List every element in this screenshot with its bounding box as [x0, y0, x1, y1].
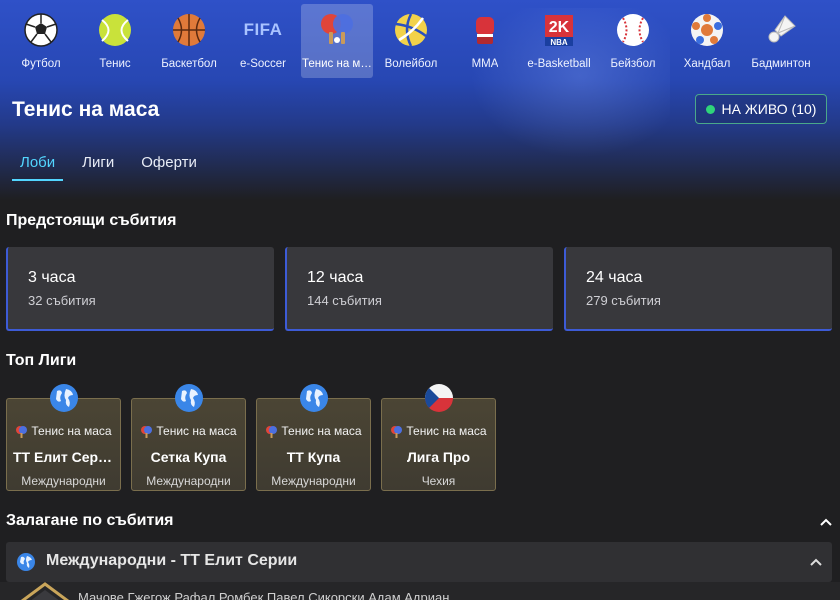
fifa-icon: FIFA: [243, 20, 283, 39]
table-tennis-icon: [266, 425, 278, 438]
sport-label: Бадминтон: [751, 58, 811, 70]
soccer-ball-icon: [21, 10, 61, 50]
shuttlecock-icon: [761, 10, 801, 50]
sport-label: Баскетбол: [161, 58, 217, 70]
sport-label: Бейзбол: [610, 58, 656, 70]
basketball-icon: [169, 10, 209, 50]
league-name: Лига Про: [406, 449, 471, 465]
boxing-glove-icon: [465, 10, 505, 50]
globe-icon: [175, 384, 203, 412]
czech-flag-icon: [425, 384, 453, 412]
sport-label: MMA: [471, 58, 499, 70]
event-group-title: Международни - TT Елит Серии: [46, 552, 298, 569]
upcoming-card-count: 32 събития: [28, 293, 96, 308]
page-title: Тенис на маса: [12, 98, 160, 121]
league-sport: Тенис на маса: [281, 424, 362, 438]
sport-label: Футбол: [21, 58, 61, 70]
table-tennis-icon: [16, 425, 28, 438]
league-card[interactable]: Тенис на маса Лига Про Чехия: [381, 384, 496, 491]
globe-icon: [50, 384, 78, 412]
rugby-ball-icon: [835, 10, 840, 50]
upcoming-card-24h[interactable]: 24 часа 279 събития: [564, 247, 832, 331]
chevron-up-icon[interactable]: [818, 514, 834, 530]
sport-item-baseball[interactable]: Бейзбол: [597, 4, 669, 78]
table-tennis-icon: [317, 10, 357, 50]
sport-label: Тенис на маса: [302, 58, 372, 70]
live-button[interactable]: НА ЖИВО (10): [695, 94, 827, 124]
tab-lobby[interactable]: Лоби: [12, 146, 64, 181]
sports-nav: Футбол Тенис Баскетбол FIFA e-Soccer Тен…: [0, 0, 840, 80]
league-name: ТТ Купа: [286, 449, 341, 465]
sport-item-football[interactable]: Футбол: [5, 4, 77, 78]
sport-item-ebasketball[interactable]: 2K NBA e-Basketball: [523, 4, 595, 78]
event-group-header[interactable]: Международни - TT Елит Серии: [6, 542, 832, 582]
svg-text:2K: 2K: [549, 19, 570, 36]
sport-item-basketball[interactable]: Баскетбол: [153, 4, 225, 78]
league-sport: Тенис на маса: [31, 424, 112, 438]
top-leagues-title: Топ Лиги: [6, 352, 77, 369]
upcoming-card-count: 144 събития: [307, 293, 382, 308]
table-tennis-icon: [391, 425, 403, 438]
baseball-icon: [613, 10, 653, 50]
event-row-text: Мачове Гжегож Рафал Ромбек Павел Сикорск…: [78, 590, 450, 600]
sport-label: Тенис: [99, 58, 131, 70]
sport-item-handball[interactable]: Хандбал: [671, 4, 743, 78]
upcoming-card-12h[interactable]: 12 часа 144 събития: [285, 247, 553, 331]
section-tabs: Лоби Лиги Оферти: [12, 146, 216, 181]
upcoming-card-time: 12 часа: [307, 269, 364, 286]
sport-item-rugby[interactable]: Ръ: [819, 4, 840, 78]
upcoming-card-time: 24 часа: [586, 269, 643, 286]
league-card[interactable]: Тенис на маса Сетка Купа Международни: [131, 384, 246, 491]
sport-label: e-Soccer: [239, 58, 287, 70]
upcoming-card-3h[interactable]: 3 часа 32 събития: [6, 247, 274, 331]
sport-item-volleyball[interactable]: Волейбол: [375, 4, 447, 78]
tennis-ball-icon: [95, 10, 135, 50]
sport-label: Хандбал: [683, 58, 731, 70]
live-label: НА ЖИВО (10): [721, 101, 817, 117]
nba-2k-icon: 2K NBA: [539, 10, 579, 50]
sport-label: Волейбол: [384, 58, 438, 70]
chevron-up-icon[interactable]: [808, 554, 824, 570]
volleyball-icon: [391, 10, 431, 50]
live-dot-icon: [705, 104, 715, 114]
league-country: Международни: [21, 474, 106, 488]
league-sport: Тенис на маса: [406, 424, 487, 438]
sport-label: e-Basketball: [527, 58, 591, 70]
tab-leagues[interactable]: Лиги: [74, 146, 122, 181]
league-sport: Тенис на маса: [156, 424, 237, 438]
upcoming-card-time: 3 часа: [28, 269, 76, 286]
tab-offers[interactable]: Оферти: [133, 146, 205, 181]
sport-item-tennis[interactable]: Тенис: [79, 4, 151, 78]
sport-item-table-tennis[interactable]: Тенис на маса: [301, 4, 373, 78]
table-tennis-icon: [141, 425, 153, 438]
league-name: TT Елит Серии: [13, 449, 116, 465]
league-emblem-icon: [20, 582, 70, 600]
league-country: Международни: [146, 474, 231, 488]
league-card[interactable]: Тенис на маса TT Елит Серии Международни: [6, 384, 121, 491]
globe-icon: [17, 553, 35, 571]
betting-title: Залагане по събития: [6, 512, 174, 529]
handball-icon: [687, 10, 727, 50]
league-country: Международни: [271, 474, 356, 488]
sport-item-badminton[interactable]: Бадминтон: [745, 4, 817, 78]
sport-item-esoccer[interactable]: FIFA e-Soccer: [227, 4, 299, 78]
svg-text:NBA: NBA: [550, 38, 568, 47]
league-name: Сетка Купа: [150, 449, 227, 465]
event-row-partial[interactable]: Мачове Гжегож Рафал Ромбек Павел Сикорск…: [0, 582, 840, 600]
league-country: Чехия: [421, 474, 456, 488]
league-card[interactable]: Тенис на маса ТТ Купа Международни: [256, 384, 371, 491]
globe-icon: [300, 384, 328, 412]
sport-item-mma[interactable]: MMA: [449, 4, 521, 78]
upcoming-card-count: 279 събития: [586, 293, 661, 308]
upcoming-title: Предстоящи събития: [6, 212, 177, 229]
